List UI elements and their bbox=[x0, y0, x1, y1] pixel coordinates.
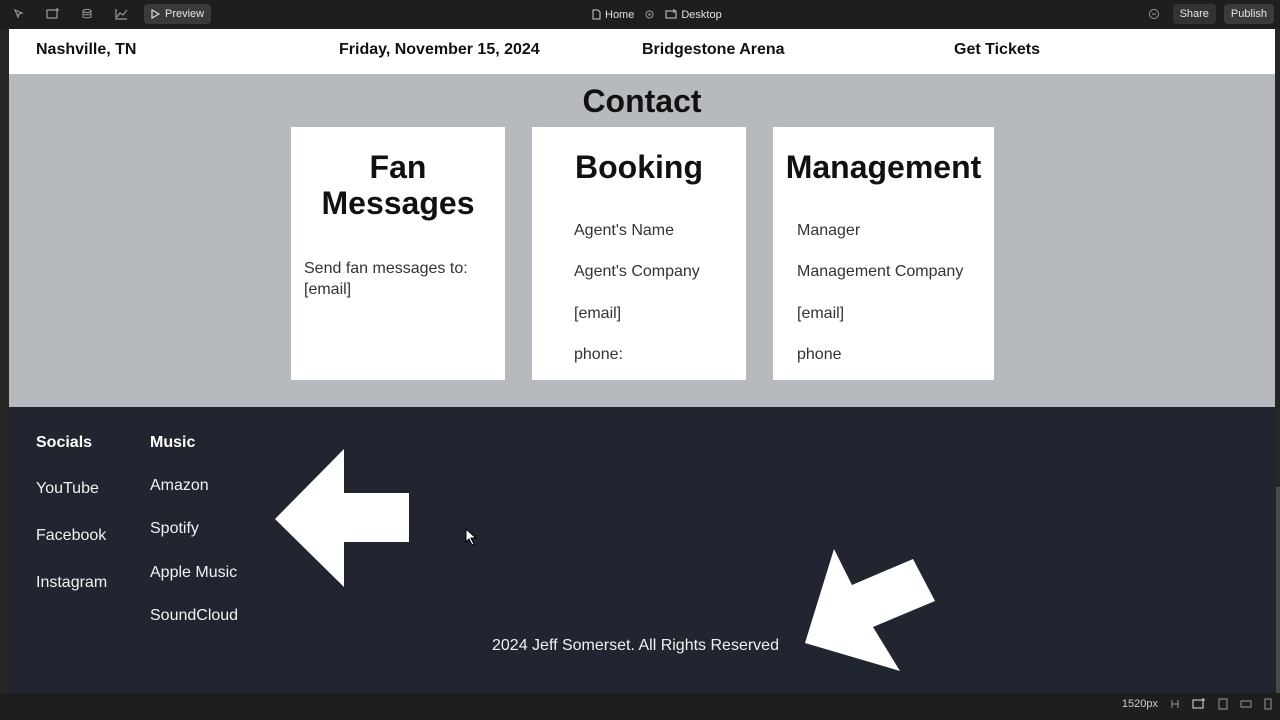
device-selector[interactable]: Desktop bbox=[665, 8, 722, 21]
share-button[interactable]: Share bbox=[1172, 4, 1216, 24]
facebook-link[interactable]: Facebook bbox=[36, 527, 106, 545]
site-canvas: Nashville, TN Friday, November 15, 2024 … bbox=[9, 29, 1275, 693]
apple-music-link[interactable]: Apple Music bbox=[150, 564, 237, 582]
agent-email[interactable]: [email] bbox=[574, 305, 621, 323]
mouse-pointer-icon bbox=[465, 528, 478, 546]
publish-button[interactable]: Publish bbox=[1223, 4, 1274, 24]
editor-toolbar: Preview Home Desktop Share Publish bbox=[0, 0, 1280, 29]
preview-label: Preview bbox=[165, 8, 205, 20]
insert-icon[interactable] bbox=[42, 4, 64, 24]
management-email[interactable]: [email] bbox=[797, 305, 844, 323]
editor-statusbar: 1520px bbox=[0, 693, 1280, 720]
database-icon[interactable] bbox=[76, 4, 98, 24]
contact-section: Contact Fan Messages Send fan messages t… bbox=[9, 74, 1275, 407]
youtube-link[interactable]: YouTube bbox=[36, 480, 99, 498]
device-label: Desktop bbox=[681, 8, 722, 21]
agent-name: Agent's Name bbox=[574, 222, 674, 239]
page-label: Home bbox=[605, 8, 635, 21]
music-heading: Music bbox=[150, 434, 196, 451]
mobile-breakpoint-icon[interactable] bbox=[1264, 698, 1272, 710]
cursor-icon[interactable] bbox=[8, 4, 30, 24]
agent-company: Agent's Company bbox=[574, 263, 700, 280]
canvas-left-edge bbox=[0, 29, 9, 693]
soundcloud-link[interactable]: SoundCloud bbox=[150, 607, 238, 625]
management-card: Management Manager Management Company [e… bbox=[773, 127, 994, 380]
fan-messages-text: Send fan messages to: [email] bbox=[304, 260, 468, 298]
analytics-icon[interactable] bbox=[110, 4, 132, 24]
event-location: Nashville, TN bbox=[36, 41, 137, 58]
copyright-text: 2024 Jeff Somerset. All Rights Reserved bbox=[492, 637, 779, 654]
arrow-left-icon bbox=[275, 449, 409, 587]
canvas-width-readout[interactable]: 1520px bbox=[1122, 698, 1158, 710]
desktop-icon bbox=[665, 9, 677, 19]
page-selector[interactable]: Home bbox=[592, 9, 634, 21]
page-icon bbox=[592, 9, 601, 20]
socials-heading: Socials bbox=[36, 434, 93, 451]
tablet-breakpoint-icon[interactable] bbox=[1218, 698, 1228, 710]
resize-icon[interactable] bbox=[1170, 699, 1180, 709]
management-title: Management bbox=[785, 149, 982, 185]
event-date: Friday, November 15, 2024 bbox=[339, 41, 540, 58]
desktop-breakpoint-icon[interactable] bbox=[1192, 698, 1206, 710]
booking-title: Booking bbox=[575, 149, 703, 185]
preview-button[interactable]: Preview bbox=[144, 4, 212, 24]
canvas-right-edge bbox=[1275, 29, 1280, 693]
manager-name: Manager bbox=[797, 222, 861, 239]
site-footer: Socials YouTube Facebook Instagram Music… bbox=[9, 407, 1275, 693]
booking-card: Booking Agent's Name Agent's Company [em… bbox=[532, 127, 746, 380]
play-icon bbox=[151, 9, 160, 19]
get-tickets-link[interactable]: Get Tickets bbox=[954, 41, 1040, 59]
amazon-link[interactable]: Amazon bbox=[150, 477, 209, 495]
fan-messages-card: Fan Messages Send fan messages to: [emai… bbox=[291, 127, 505, 380]
arrow-down-left-icon bbox=[805, 549, 935, 671]
agent-phone: phone: bbox=[574, 346, 623, 363]
event-venue: Bridgestone Arena bbox=[642, 41, 785, 58]
landscape-breakpoint-icon[interactable] bbox=[1240, 699, 1252, 709]
canvas-scrollbar[interactable] bbox=[1276, 487, 1280, 693]
comment-icon[interactable] bbox=[1143, 4, 1165, 24]
instagram-link[interactable]: Instagram bbox=[36, 574, 107, 592]
management-company: Management Company bbox=[797, 263, 964, 280]
management-phone: phone bbox=[797, 346, 842, 363]
gear-icon[interactable] bbox=[644, 9, 655, 20]
event-bar: Nashville, TN Friday, November 15, 2024 … bbox=[9, 29, 1275, 74]
fan-messages-title: Fan Messages bbox=[321, 149, 475, 221]
spotify-link[interactable]: Spotify bbox=[150, 520, 199, 538]
contact-title: Contact bbox=[582, 83, 702, 119]
